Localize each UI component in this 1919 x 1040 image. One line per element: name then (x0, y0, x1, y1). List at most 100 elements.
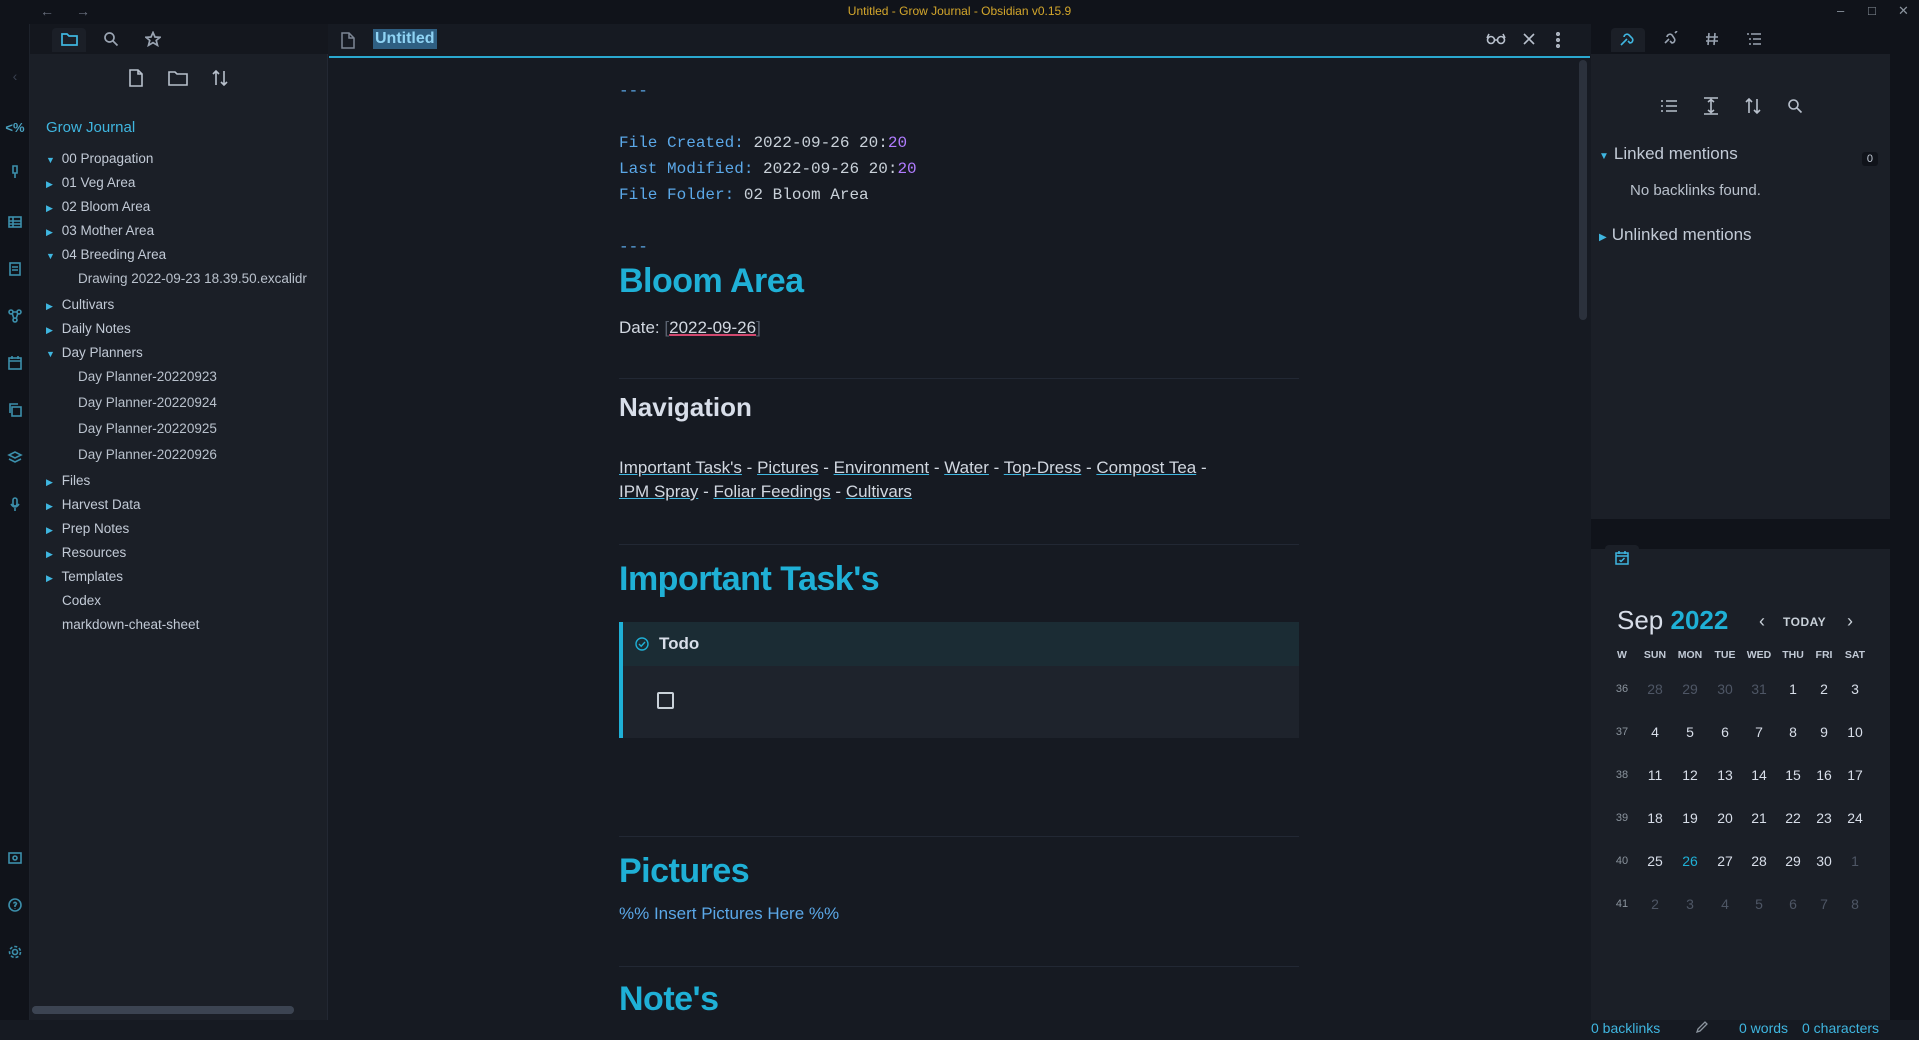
folder-item[interactable]: ▶ Prep Notes (46, 518, 129, 540)
pictures-comment[interactable]: %% Insert Pictures Here %% (619, 904, 839, 924)
calendar-day[interactable]: 6 (1708, 724, 1742, 740)
calendar-day[interactable]: 13 (1708, 767, 1742, 783)
show-more-context-button[interactable] (1697, 94, 1725, 120)
calendar-day[interactable]: 5 (1742, 896, 1776, 912)
calendar-day[interactable]: 8 (1776, 724, 1810, 740)
file-item[interactable]: Drawing 2022-09-23 18.39.50.excalidr (78, 268, 307, 290)
note-title-input[interactable]: Untitled (373, 29, 437, 49)
tab-search[interactable] (94, 28, 128, 52)
calendar-day[interactable]: 14 (1742, 767, 1776, 783)
heading-important-tasks[interactable]: Important Task's (619, 560, 880, 599)
folder-item[interactable]: ▶ Files (46, 470, 90, 492)
tab-bookmarks[interactable] (136, 28, 170, 52)
file-item[interactable]: Day Planner-20220923 (78, 366, 217, 388)
todo-callout[interactable]: Todo (619, 622, 1299, 738)
frontmatter-file-folder[interactable]: File Folder: 02 Bloom Area (619, 186, 869, 204)
calendar-day[interactable]: 3 (1838, 681, 1872, 697)
folder-item[interactable]: ▶ Daily Notes (46, 318, 131, 340)
note-icon[interactable] (0, 261, 30, 280)
calendar-week-number[interactable]: 37 (1605, 726, 1639, 738)
tab-outline[interactable] (1737, 28, 1771, 52)
calendar-day[interactable]: 24 (1838, 810, 1872, 826)
calendar-day[interactable]: 29 (1776, 853, 1810, 869)
maximize-button[interactable]: □ (1868, 3, 1876, 18)
calendar-day[interactable]: 31 (1742, 681, 1776, 697)
calendar-day[interactable]: 19 (1673, 810, 1707, 826)
calendar-week-number[interactable]: 40 (1605, 855, 1639, 867)
calendar-week-number[interactable]: 39 (1605, 812, 1639, 824)
collapse-results-button[interactable] (1655, 94, 1683, 120)
calendar-day[interactable]: 11 (1638, 767, 1672, 783)
calendar-day[interactable]: 2 (1807, 681, 1841, 697)
calendar-day[interactable]: 25 (1638, 853, 1672, 869)
nav-link-cultivars[interactable]: Cultivars (846, 482, 912, 501)
file-item[interactable]: Day Planner-20220926 (78, 444, 217, 466)
edit-pencil-icon[interactable] (1695, 1020, 1709, 1037)
nav-link-ipm-spray[interactable]: IPM Spray (619, 482, 698, 501)
calendar-today-button[interactable]: TODAY (1783, 615, 1826, 629)
table-icon[interactable] (0, 214, 30, 233)
calendar-week-number[interactable]: 36 (1605, 683, 1639, 695)
folder-item[interactable]: ▶ 02 Bloom Area (46, 196, 150, 218)
calendar-day[interactable]: 28 (1638, 681, 1672, 697)
calendar-day[interactable]: 23 (1807, 810, 1841, 826)
file-item[interactable]: Day Planner-20220924 (78, 392, 217, 414)
new-folder-button[interactable] (164, 66, 192, 92)
nav-link-water[interactable]: Water (944, 458, 989, 477)
brush-icon[interactable] (0, 164, 30, 183)
heading-notes[interactable]: Note's (619, 980, 719, 1019)
minimize-button[interactable]: – (1837, 3, 1844, 18)
folder-item[interactable]: ▶ Cultivars (46, 294, 114, 316)
calendar-day[interactable]: 2 (1638, 896, 1672, 912)
calendar-day[interactable]: 1 (1776, 681, 1810, 697)
todo-checkbox[interactable] (657, 692, 674, 709)
calendar-day[interactable]: 7 (1807, 896, 1841, 912)
folder-item[interactable]: ▶ Harvest Data (46, 494, 141, 516)
nav-link-foliar-feedings[interactable]: Foliar Feedings (714, 482, 831, 501)
collapse-left-icon[interactable]: ‹ (0, 68, 30, 84)
folder-item[interactable]: ▶ Resources (46, 542, 126, 564)
tab-file-explorer[interactable] (52, 28, 86, 52)
calendar-week-number[interactable]: 38 (1605, 769, 1639, 781)
help-icon[interactable] (0, 897, 30, 916)
heading-pictures[interactable]: Pictures (619, 852, 750, 891)
more-options-icon[interactable] (1555, 31, 1561, 51)
heading-navigation[interactable]: Navigation (619, 392, 752, 423)
folder-item[interactable]: ▼ 04 Breeding Area (46, 244, 166, 266)
folder-item[interactable]: ▼ 00 Propagation (46, 148, 153, 170)
nav-link-environment[interactable]: Environment (834, 458, 929, 477)
calendar-day[interactable]: 18 (1638, 810, 1672, 826)
graph-icon[interactable] (0, 308, 30, 327)
calendar-day[interactable]: 9 (1807, 724, 1841, 740)
reading-view-icon[interactable] (1486, 32, 1506, 49)
close-window-button[interactable]: ✕ (1898, 3, 1909, 19)
unlinked-mentions-header[interactable]: ▶ Unlinked mentions (1599, 225, 1752, 245)
frontmatter-last-modified[interactable]: Last Modified: 2022-09-26 20:20 (619, 160, 917, 178)
calendar-day[interactable]: 12 (1673, 767, 1707, 783)
calendar-day[interactable]: 15 (1776, 767, 1810, 783)
calendar-day[interactable]: 7 (1742, 724, 1776, 740)
calendar-day[interactable]: 27 (1708, 853, 1742, 869)
settings-icon[interactable] (0, 944, 30, 963)
calendar-day[interactable]: 17 (1838, 767, 1872, 783)
calendar-day[interactable]: 4 (1638, 724, 1672, 740)
calendar-day[interactable]: 1 (1838, 853, 1872, 869)
file-item[interactable]: Codex (62, 590, 101, 612)
new-note-button[interactable] (122, 66, 150, 92)
nav-link-pictures[interactable]: Pictures (757, 458, 818, 477)
vault-icon[interactable] (0, 850, 30, 869)
calendar-day[interactable]: 3 (1673, 896, 1707, 912)
folder-item[interactable]: ▶ Templates (46, 566, 123, 588)
calendar-day[interactable]: 30 (1807, 853, 1841, 869)
calendar-day[interactable]: 5 (1673, 724, 1707, 740)
calendar-day[interactable]: 29 (1673, 681, 1707, 697)
tab-outgoing-links[interactable] (1653, 28, 1687, 52)
calendar-day[interactable]: 26 (1673, 853, 1707, 869)
layers-icon[interactable] (0, 449, 30, 468)
calendar-next-button[interactable]: › (1847, 611, 1853, 632)
file-item[interactable]: Day Planner-20220925 (78, 418, 217, 440)
date-line[interactable]: Date: [2022-09-26] (619, 318, 761, 338)
calendar-week-number[interactable]: 41 (1605, 898, 1639, 910)
nav-link-compost-tea[interactable]: Compost Tea (1096, 458, 1196, 477)
calendar-day[interactable]: 30 (1708, 681, 1742, 697)
